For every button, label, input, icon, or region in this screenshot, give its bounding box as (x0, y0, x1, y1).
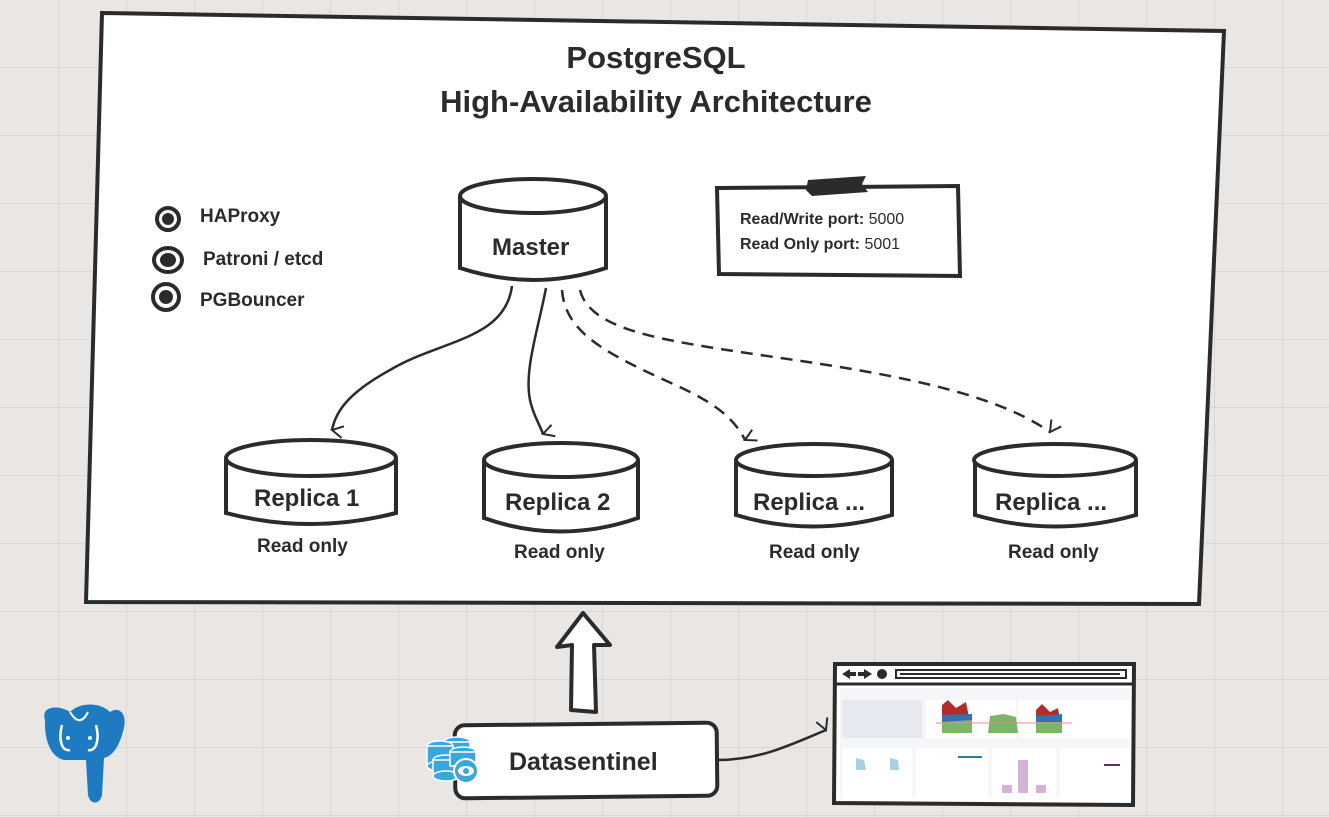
haproxy-radio-icon (155, 206, 181, 232)
pgbouncer-radio-icon (151, 282, 181, 312)
legend-item-haproxy: HAProxy (200, 206, 281, 227)
replica-2-caption: Read only (514, 542, 605, 563)
replica-3-label: Replica ... (753, 489, 866, 516)
replica-2-shape (482, 441, 640, 534)
dashboard-thumbnail (831, 662, 1137, 808)
rw-port-label: Read/Write port: (740, 211, 865, 228)
replica-1-label: Replica 1 (254, 485, 360, 512)
ro-port-label: Read Only port: (740, 236, 861, 253)
replica-3-caption: Read only (769, 542, 860, 563)
replica-2-label: Replica 2 (505, 489, 611, 516)
database-eye-icon (426, 736, 479, 784)
postgresql-elephant-icon (44, 704, 125, 803)
up-arrow-icon (555, 611, 612, 714)
legend-item-patroni: Patroni / etcd (203, 249, 324, 270)
rw-port-value: 5000 (868, 211, 905, 228)
diagram-title-line-1: PostgreSQL (566, 40, 746, 75)
diagram-canvas (44, 10, 1227, 808)
datasentinel-label: Datasentinel (509, 748, 658, 776)
replica-1-caption: Read only (257, 536, 348, 557)
replica-4-caption: Read only (1008, 542, 1099, 563)
patroni-radio-icon (152, 246, 184, 274)
legend-icons (151, 206, 184, 312)
replica-4-label: Replica ... (995, 489, 1108, 516)
dashboard-link-arrow (717, 730, 826, 762)
legend-item-pgbouncer: PGBouncer (200, 290, 305, 311)
browser-nav-icons (842, 669, 887, 679)
master-db-shape (458, 177, 608, 282)
rw-port-line: Read/Write port: 5000 (740, 211, 904, 229)
diagram-title-line-2: High-Availability Architecture (440, 84, 872, 119)
ro-port-value: 5001 (864, 236, 901, 253)
ro-port-line: Read Only port: 5001 (740, 236, 900, 254)
master-label: Master (492, 234, 570, 261)
